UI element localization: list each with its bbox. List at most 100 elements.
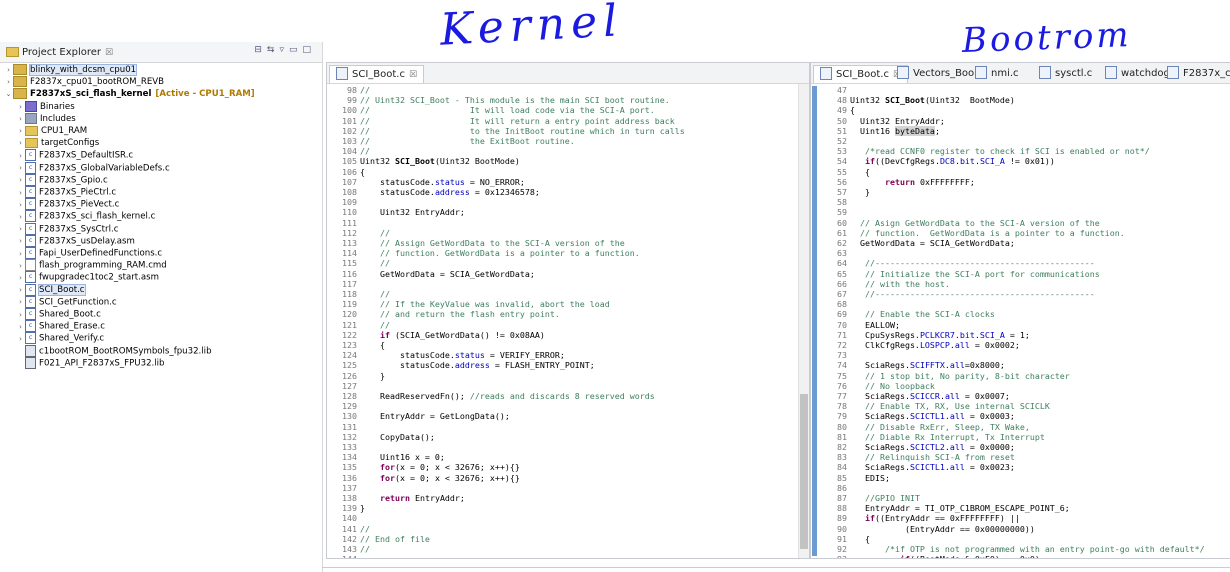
kernel-code-editor: SCI_Boot.c ☒ 98//99// Uint32 SCI_Boot - T… xyxy=(326,62,810,559)
code-text: /*read CCNF0 register to check if SCI is… xyxy=(865,146,1150,157)
tree-item[interactable]: ⌄ F2837xS_sci_flash_kernel [Active - CPU1_… xyxy=(0,88,255,100)
collapsed-chevron-icon[interactable]: › xyxy=(4,76,13,88)
line-number: 118 xyxy=(342,289,357,299)
code-line: 106{ xyxy=(327,167,809,177)
tree-item[interactable]: › c F2837xS_GlobalVariableDefs.c xyxy=(0,161,170,174)
collapsed-chevron-icon[interactable]: › xyxy=(16,211,25,223)
minimize-icon[interactable]: ▭ xyxy=(289,45,303,55)
tree-item[interactable]: › Includes xyxy=(0,112,76,125)
tab-bootrom-file[interactable]: nmi.c xyxy=(969,65,1025,82)
tree-item[interactable]: › c F2837xS_PieCtrl.c xyxy=(0,186,116,198)
close-icon[interactable]: ☒ xyxy=(105,48,113,58)
tree-item[interactable]: › c F2837xS_PieVect.c xyxy=(0,198,120,211)
code-text: SciaRegs.SCICTL2.all = 0x0000; xyxy=(850,442,1015,452)
tree-item[interactable]: › c F2837xS_Gpio.c xyxy=(0,173,108,186)
collapsed-chevron-icon[interactable]: › xyxy=(16,137,25,149)
tree-item[interactable]: › Binaries xyxy=(0,100,75,113)
code-line: 66 // with the host. xyxy=(817,279,1230,289)
view-menu-icon[interactable]: ▿ xyxy=(279,45,289,55)
tree-item-label: F2837xS_PieVect.c xyxy=(39,199,120,210)
collapsed-chevron-icon[interactable]: › xyxy=(16,321,25,333)
collapsed-chevron-icon[interactable]: › xyxy=(16,162,25,174)
line-number: 89 xyxy=(837,513,847,524)
collapsed-chevron-icon[interactable]: › xyxy=(16,187,25,199)
code-text: // xyxy=(379,289,390,299)
tree-item[interactable]: › targetConfigs xyxy=(0,137,99,149)
code-line: 117 xyxy=(327,279,809,289)
tree-item[interactable]: › c Fapi_UserDefinedFunctions.c xyxy=(0,247,162,259)
code-line: 124 statusCode.status = VERIFY_ERROR; xyxy=(327,350,809,360)
collapsed-chevron-icon[interactable]: › xyxy=(4,64,13,76)
handwritten-kernel-annotation: Kernel xyxy=(438,0,625,56)
tree-item[interactable]: › c F2837xS_DefaultISR.c xyxy=(0,149,133,162)
collapse-all-icon[interactable]: ⊟ xyxy=(254,45,267,55)
tab-project-explorer[interactable]: Project Explorer ☒ xyxy=(0,44,119,61)
line-number: 141 xyxy=(342,523,357,534)
tree-item[interactable]: › CPU1_RAM xyxy=(0,125,87,137)
tree-item[interactable]: › blinky_with_dcsm_cpu01 xyxy=(0,64,138,76)
tree-item[interactable]: › c F2837xS_sci_flash_kernel.c xyxy=(0,210,155,223)
bootrom-editor-tabbar: SCI_Boot.c☒Vectors_Boo...nmi.csysctl.cwa… xyxy=(811,63,1230,84)
tree-item[interactable]: › F2837x_cpu01_bootROM_REVB xyxy=(0,76,164,88)
tab-bootrom-file[interactable]: sysctl.c xyxy=(1033,65,1098,82)
code-line: 144 xyxy=(327,554,809,558)
tree-item[interactable]: › c SCI_Boot.c xyxy=(0,283,86,297)
tree-item-label: Includes xyxy=(40,113,76,124)
code-text: // If the KeyValue was invalid, abort th… xyxy=(379,299,610,310)
collapsed-chevron-icon[interactable]: › xyxy=(16,284,25,296)
collapsed-chevron-icon[interactable]: › xyxy=(16,199,25,211)
line-number: 71 xyxy=(837,329,847,340)
collapsed-chevron-icon[interactable]: › xyxy=(16,248,25,260)
tree-item-label: c1bootROM_BootROMSymbols_fpu32.lib xyxy=(39,346,212,357)
collapsed-chevron-icon[interactable]: › xyxy=(16,296,25,308)
collapsed-chevron-icon[interactable]: › xyxy=(16,309,25,321)
tab-label: SCI_Boot.c xyxy=(352,69,405,80)
line-number: 139 xyxy=(342,503,357,514)
collapsed-chevron-icon[interactable]: › xyxy=(16,150,25,162)
scrollbar-thumb[interactable] xyxy=(800,394,808,549)
collapsed-chevron-icon[interactable]: › xyxy=(16,272,25,284)
code-line: 131 xyxy=(327,422,809,432)
code-text: statusCode.address = 0x12346578; xyxy=(360,187,540,197)
collapsed-chevron-icon[interactable]: › xyxy=(16,333,25,345)
code-text: CopyData(); xyxy=(360,431,435,442)
line-number: 78 xyxy=(837,401,847,412)
tree-item[interactable]: › c F2837xS_SysCtrl.c xyxy=(0,222,118,235)
tree-item[interactable]: › c Shared_Boot.c xyxy=(0,308,101,320)
code-text: for(x = 0; x < 32676; x++){} xyxy=(379,472,520,483)
tree-item[interactable]: › c Shared_Erase.c xyxy=(0,320,105,333)
line-number: 70 xyxy=(837,319,847,330)
tree-item[interactable]: F021_API_F2837xS_FPU32.lib xyxy=(0,356,165,369)
tree-item[interactable]: › c SCI_GetFunction.c xyxy=(0,295,117,308)
c-file-icon xyxy=(336,66,348,80)
tab-kernel-sci-boot[interactable]: SCI_Boot.c ☒ xyxy=(329,65,425,83)
bootrom-code-area[interactable]: 47 48 Uint32 SCI_Boot(Uint32 BootMode) 49{5… xyxy=(817,84,1230,558)
collapsed-chevron-icon[interactable]: › xyxy=(16,260,25,272)
line-number: 48 xyxy=(837,95,847,106)
kernel-vertical-scrollbar[interactable] xyxy=(798,84,809,558)
collapsed-chevron-icon[interactable]: › xyxy=(16,223,25,235)
code-line: 122 if (SCIA_GetWordData() != 0x08AA) xyxy=(327,330,809,340)
tree-item[interactable]: › c F2837xS_usDelay.asm xyxy=(0,234,135,247)
collapsed-chevron-icon[interactable]: › xyxy=(16,235,25,247)
c-file-icon xyxy=(975,65,987,79)
tree-item[interactable]: › flash_programming_RAM.cmd xyxy=(0,259,167,272)
collapsed-chevron-icon[interactable]: › xyxy=(16,101,25,113)
code-line: 130 EntryAddr = GetLongData(); xyxy=(327,411,809,421)
kernel-code-area[interactable]: 98//99// Uint32 SCI_Boot - This module i… xyxy=(327,84,809,558)
code-line: 112 // xyxy=(327,228,809,238)
tab-bootrom-file[interactable]: F2837x_cpu0... xyxy=(1161,65,1230,82)
tree-item[interactable]: › c fwupgradec1toc2_start.asm xyxy=(0,271,159,284)
collapsed-chevron-icon[interactable]: › xyxy=(16,174,25,186)
collapsed-chevron-icon[interactable]: › xyxy=(16,113,25,125)
link-editor-icon[interactable]: ⇆ xyxy=(267,45,280,55)
kernel-editor-tabbar: SCI_Boot.c ☒ xyxy=(327,63,809,84)
close-icon[interactable]: ☒ xyxy=(409,70,417,80)
code-text: Uint16 x = 0; xyxy=(360,452,445,463)
maximize-icon[interactable]: □ xyxy=(302,45,316,55)
collapsed-chevron-icon[interactable]: › xyxy=(16,125,25,137)
tree-item[interactable]: c1bootROM_BootROMSymbols_fpu32.lib xyxy=(0,344,212,357)
code-line: 54 if((DevCfgRegs.DC8.bit.SCI_A != 0x01)… xyxy=(817,156,1230,166)
tree-item[interactable]: › c Shared_Verify.c xyxy=(0,332,104,345)
expanded-chevron-icon[interactable]: ⌄ xyxy=(4,88,13,100)
